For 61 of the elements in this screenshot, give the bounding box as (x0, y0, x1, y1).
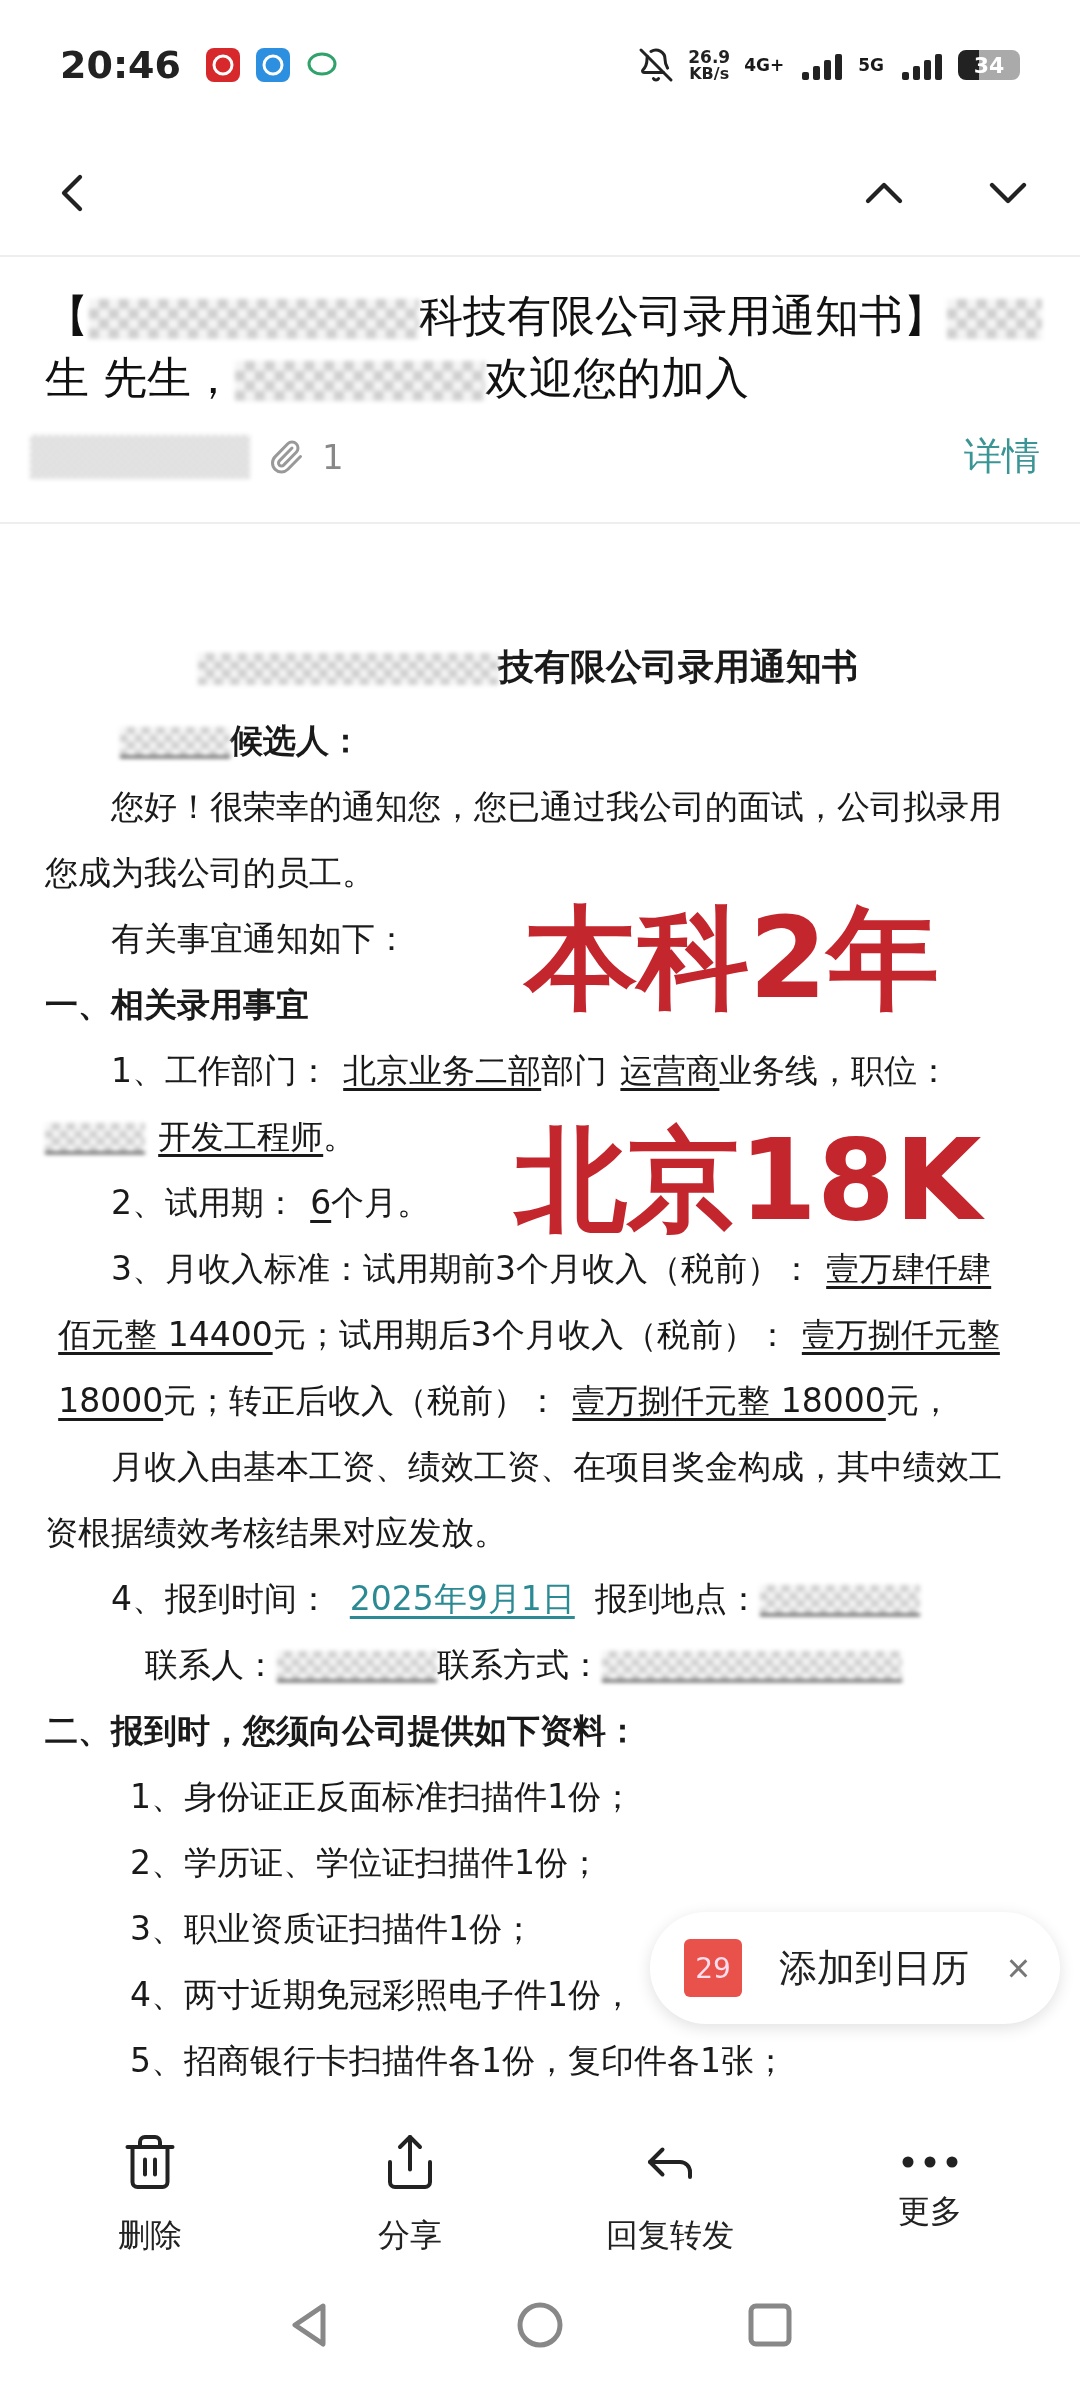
doc-text: 4、两寸近期免冠彩照电子件1份， (130, 1975, 634, 2014)
doc-text: 技有限公司录用通知书 (497, 646, 858, 687)
calendar-icon: 29 (684, 1939, 742, 1997)
doc-text: 2、学历证、学位证扫描件1份； (130, 1843, 601, 1882)
close-button[interactable]: × (1006, 1945, 1030, 1991)
app-icon (254, 47, 291, 83)
clock: 20:46 (60, 43, 181, 87)
filled-blank: 北京业务二部 (343, 1051, 542, 1090)
doc-text: 报到地点： (594, 1579, 760, 1618)
subject-text: 科技有限公司录用通知书】 (419, 290, 947, 341)
filled-blank: 壹万捌仟元整 18000 (572, 1381, 886, 1420)
filled-blank: 开发工程师 (158, 1117, 324, 1156)
doc-text: 4、报到时间： (111, 1579, 330, 1618)
attachment-count: 1 (322, 436, 344, 477)
doc-text: 元， (885, 1381, 952, 1420)
subject-text: 生 先生， (45, 352, 235, 403)
doc-text: 1、工作部门： (111, 1051, 330, 1090)
doc-text: 元；转正后收入（税前）： (163, 1381, 560, 1420)
speed-unit: KB/s (689, 65, 730, 82)
share-button[interactable]: 分享 (300, 2131, 520, 2259)
network-label: 4G+ (744, 55, 785, 75)
doc-text: 联系方式： (437, 1645, 602, 1684)
stamp-text: 本科2年 (525, 902, 939, 1014)
reply-button[interactable]: 回复转发 (560, 2131, 780, 2259)
filled-blank: 佰元整 14400 (58, 1315, 273, 1354)
doc-text: 一、相关录用事宜 (45, 985, 309, 1024)
details-link[interactable]: 详情 (964, 431, 1040, 482)
doc-text: 3、职业资质证扫描件1份； (130, 1909, 535, 1948)
filled-blank: 运营商 (620, 1051, 720, 1090)
filled-blank: 6 (310, 1183, 332, 1222)
more-icon (902, 2156, 958, 2168)
doc-text: 候选人： (230, 721, 362, 760)
delete-button[interactable]: 删除 (40, 2131, 260, 2259)
doc-text: 个月。 (331, 1183, 431, 1222)
subject-text: 【 (45, 290, 89, 341)
doc-text: 有关事宜通知如下： (111, 919, 408, 958)
doc-text: 业务线，职位： (719, 1051, 951, 1090)
filled-blank: 壹万捌仟元整 (801, 1315, 1000, 1354)
doc-text: 月收入由基本工资、绩效工资、在项目奖金构成，其中绩效工资根据绩效考核结果对应发放。 (45, 1447, 1002, 1552)
doc-text: 5、招商银行卡扫描件各1份，复印件各1张； (130, 2041, 787, 2080)
home-icon[interactable] (515, 2300, 565, 2350)
mute-icon (638, 47, 675, 83)
doc-text: 1、身份证正反面标准扫描件1份； (130, 1777, 634, 1816)
app-icon (204, 47, 241, 83)
doc-text: 您好！很荣幸的通知您，您已通过我公司的面试，公司拟录用您成为我公司的员工。 (45, 787, 1002, 892)
date-link[interactable]: 2025年9月1日 (330, 1579, 595, 1618)
doc-text: 部门 (541, 1051, 608, 1090)
speed-value: 26.9 (688, 48, 731, 66)
more-button[interactable]: 更多 (820, 2155, 1040, 2235)
subject-text: 欢迎您的加入 (485, 352, 749, 403)
doc-text: 联系人： (145, 1645, 277, 1684)
network-label: 5G (858, 55, 884, 75)
paperclip-icon (268, 438, 304, 475)
doc-text: 2、试用期： (111, 1183, 297, 1222)
add-to-calendar-link[interactable]: 添加到日历 (779, 1942, 970, 1994)
doc-text: 3、月收入标准：试用期前3个月收入（税前）： (111, 1249, 813, 1288)
filled-blank: 18000 (58, 1381, 164, 1420)
doc-text: 。 (323, 1117, 357, 1156)
filled-blank: 壹万肆仟肆 (826, 1249, 992, 1288)
doc-text: 二、报到时，您须向公司提供如下资料： (45, 1711, 639, 1750)
doc-text: 元；试用期后3个月收入（税前）： (272, 1315, 789, 1354)
